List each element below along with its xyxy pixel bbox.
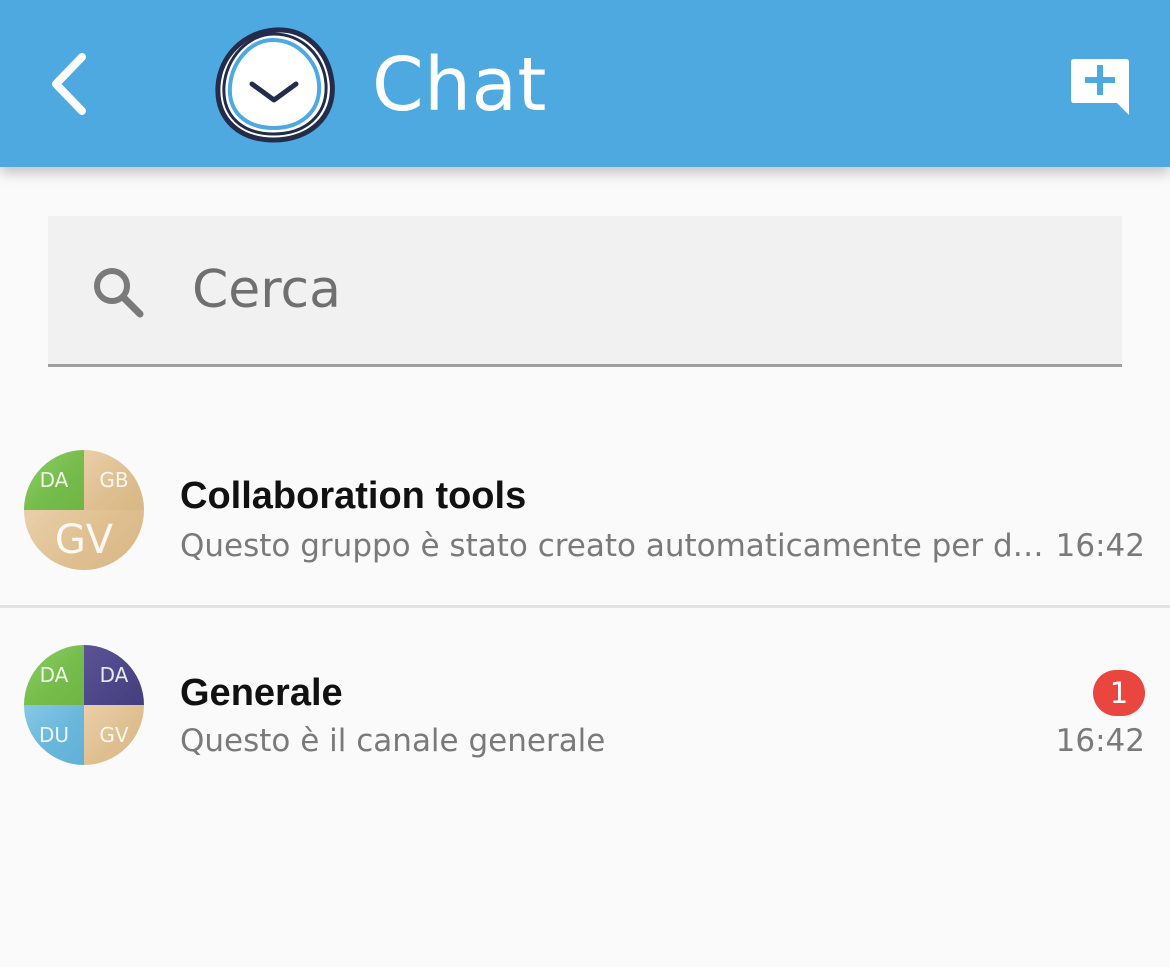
search-input[interactable]	[192, 254, 1072, 326]
avatar-tile: DA	[24, 450, 84, 510]
chat-item-generale[interactable]: DA DA DU GV Generale Questo è il canale …	[0, 608, 1170, 788]
chat-item-collaboration-tools[interactable]: DA GB GV Collaboration tools Questo grup…	[0, 430, 1170, 606]
unread-badge: 1	[1093, 670, 1145, 716]
avatar-tile: GB	[84, 450, 144, 510]
new-chat-icon	[1071, 59, 1129, 115]
back-button[interactable]	[28, 36, 108, 132]
chat-time: 16:42	[1055, 723, 1145, 759]
app-logo	[215, 27, 335, 143]
avatar: DA GB GV	[24, 450, 144, 570]
chat-preview: Questo gruppo è stato creato automaticam…	[180, 528, 1044, 564]
chat-name: Collaboration tools	[180, 475, 527, 517]
avatar-tile: GV	[24, 510, 144, 570]
avatar-tile: DA	[24, 645, 84, 705]
chat-name: Generale	[180, 672, 343, 714]
chat-time: 16:42	[1055, 528, 1145, 564]
avatar: DA DA DU GV	[24, 645, 144, 765]
back-arrow-icon	[52, 53, 86, 115]
search-icon	[94, 268, 144, 318]
page-title: Chat	[372, 42, 547, 128]
app-header: Chat	[0, 0, 1170, 167]
chat-preview: Questo è il canale generale	[180, 723, 606, 759]
avatar-tile: GV	[84, 705, 144, 765]
avatar-tile: DU	[24, 705, 84, 765]
new-chat-button[interactable]	[1052, 38, 1148, 134]
avatar-tile: DA	[84, 645, 144, 705]
